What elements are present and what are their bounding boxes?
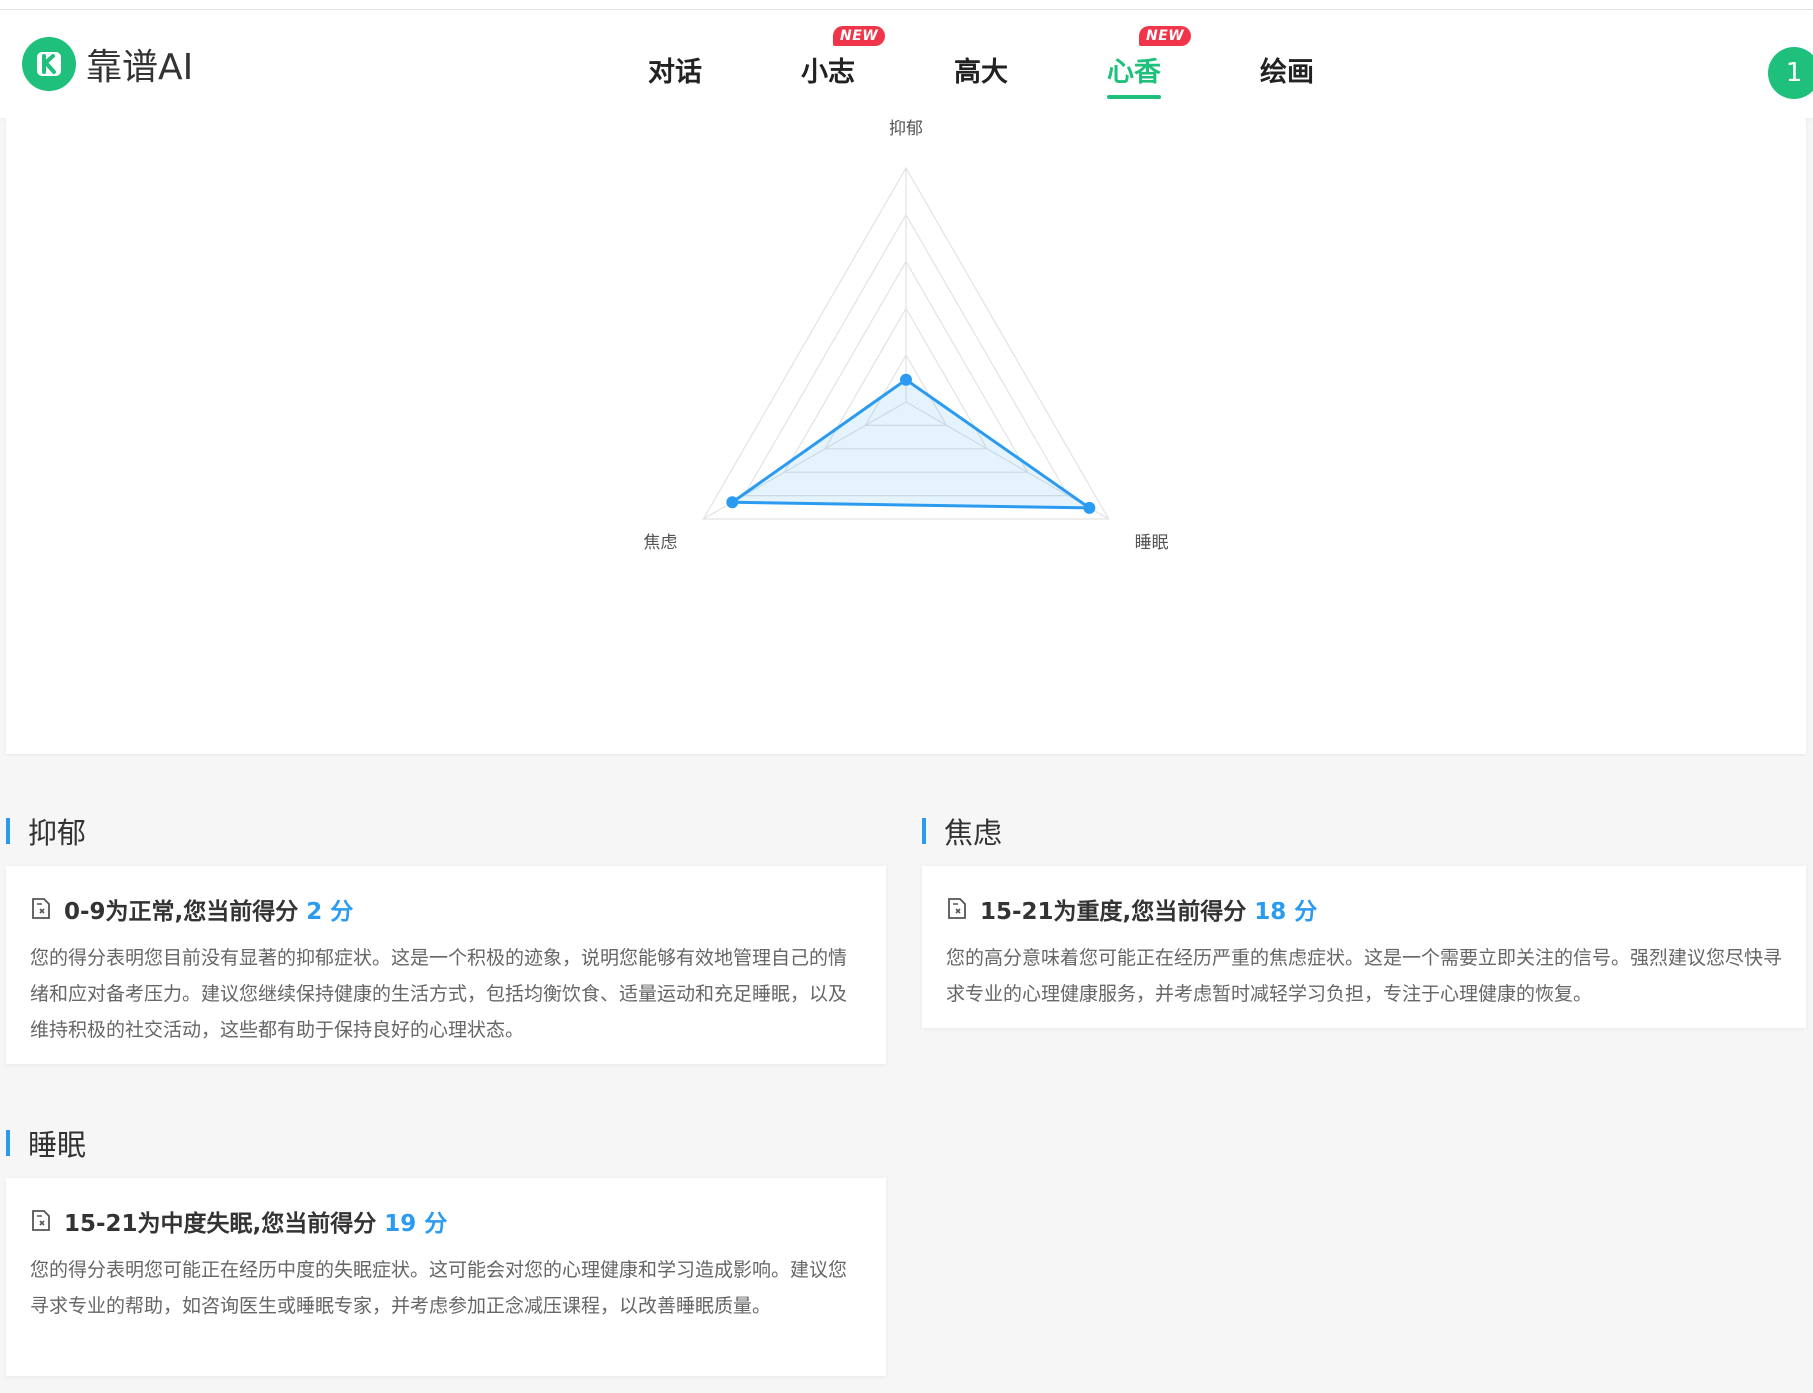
score-range-text: 15-21为中度失眠,您当前得分 [64, 1211, 377, 1237]
section-title-sleep: 睡眠 [6, 1122, 86, 1164]
card-headline: 15-21为重度,您当前得分 18 分 [946, 892, 1782, 926]
nav-label: 小志 [801, 57, 855, 88]
nav-label: 绘画 [1260, 57, 1314, 88]
nav-item-huihua[interactable]: 绘画 [1260, 50, 1314, 89]
nav-item-xinxiang[interactable]: NEW 心香 [1107, 26, 1192, 99]
score-range-text: 0-9为正常,您当前得分 [64, 899, 299, 925]
radar-data-point [726, 496, 739, 509]
section-title-anxiety: 焦虑 [922, 810, 1002, 852]
nav-label: 高大 [954, 57, 1008, 88]
radar-data-point [900, 373, 912, 386]
result-card-depression: 0-9为正常,您当前得分 2 分 您的得分表明您目前没有显著的抑郁症状。这是一个… [6, 866, 886, 1064]
card-description: 您的高分意味着您可能正在经历严重的焦虑症状。这是一个需要立即关注的信号。强烈建议… [946, 947, 1783, 1005]
new-badge: NEW [833, 26, 886, 46]
logo[interactable]: 靠谱AI [22, 37, 193, 91]
radar-axis-label: 抑郁 [889, 119, 923, 139]
header: 靠谱AI 对话 NEW 小志 高大 NEW 心香 绘画 1 [0, 10, 1813, 118]
nav-item-duihua[interactable]: 对话 [648, 50, 702, 89]
document-icon [948, 898, 966, 919]
nav-item-xiaozhi[interactable]: NEW 小志 [801, 26, 886, 89]
score-value: 18 分 [1254, 899, 1318, 925]
card-headline: 15-21为中度失眠,您当前得分 19 分 [30, 1204, 862, 1238]
document-icon [32, 1210, 50, 1231]
radar-data-point [1083, 501, 1096, 514]
card-headline: 0-9为正常,您当前得分 2 分 [30, 892, 862, 926]
score-value: 19 分 [384, 1211, 448, 1237]
result-card-sleep: 15-21为中度失眠,您当前得分 19 分 您的得分表明您可能正在经历中度的失眠… [6, 1178, 886, 1376]
score-range-text: 15-21为重度,您当前得分 [980, 899, 1247, 925]
new-badge: NEW [1139, 26, 1192, 46]
radar-axis-label: 焦虑 [643, 533, 677, 553]
nav-item-gaoda[interactable]: 高大 [954, 50, 1008, 89]
nav-label: 心香 [1107, 57, 1161, 88]
radar-chart-card: 抑郁睡眠 焦虑 [6, 118, 1806, 754]
logo-icon [22, 37, 76, 91]
score-value: 2 分 [306, 899, 354, 925]
avatar[interactable]: 1 [1768, 47, 1813, 99]
active-tab-indicator [1107, 95, 1161, 99]
nav-label: 对话 [648, 57, 702, 88]
document-icon [32, 898, 50, 919]
card-description: 您的得分表明您目前没有显著的抑郁症状。这是一个积极的迹象，说明您能够有效地管理自… [30, 947, 848, 1041]
section-title-depression: 抑郁 [6, 810, 86, 852]
top-border [0, 0, 1813, 10]
logo-text: 靠谱AI [86, 47, 194, 88]
radar-chart: 抑郁睡眠 焦虑 [643, 119, 1169, 553]
result-card-anxiety: 15-21为重度,您当前得分 18 分 您的高分意味着您可能正在经历严重的焦虑症… [922, 866, 1806, 1028]
radar-axis-label: 睡眠 [1135, 533, 1169, 553]
radar-series-area [730, 378, 1091, 510]
card-description: 您的得分表明您可能正在经历中度的失眠症状。这可能会对您的心理健康和学习造成影响。… [30, 1259, 848, 1317]
